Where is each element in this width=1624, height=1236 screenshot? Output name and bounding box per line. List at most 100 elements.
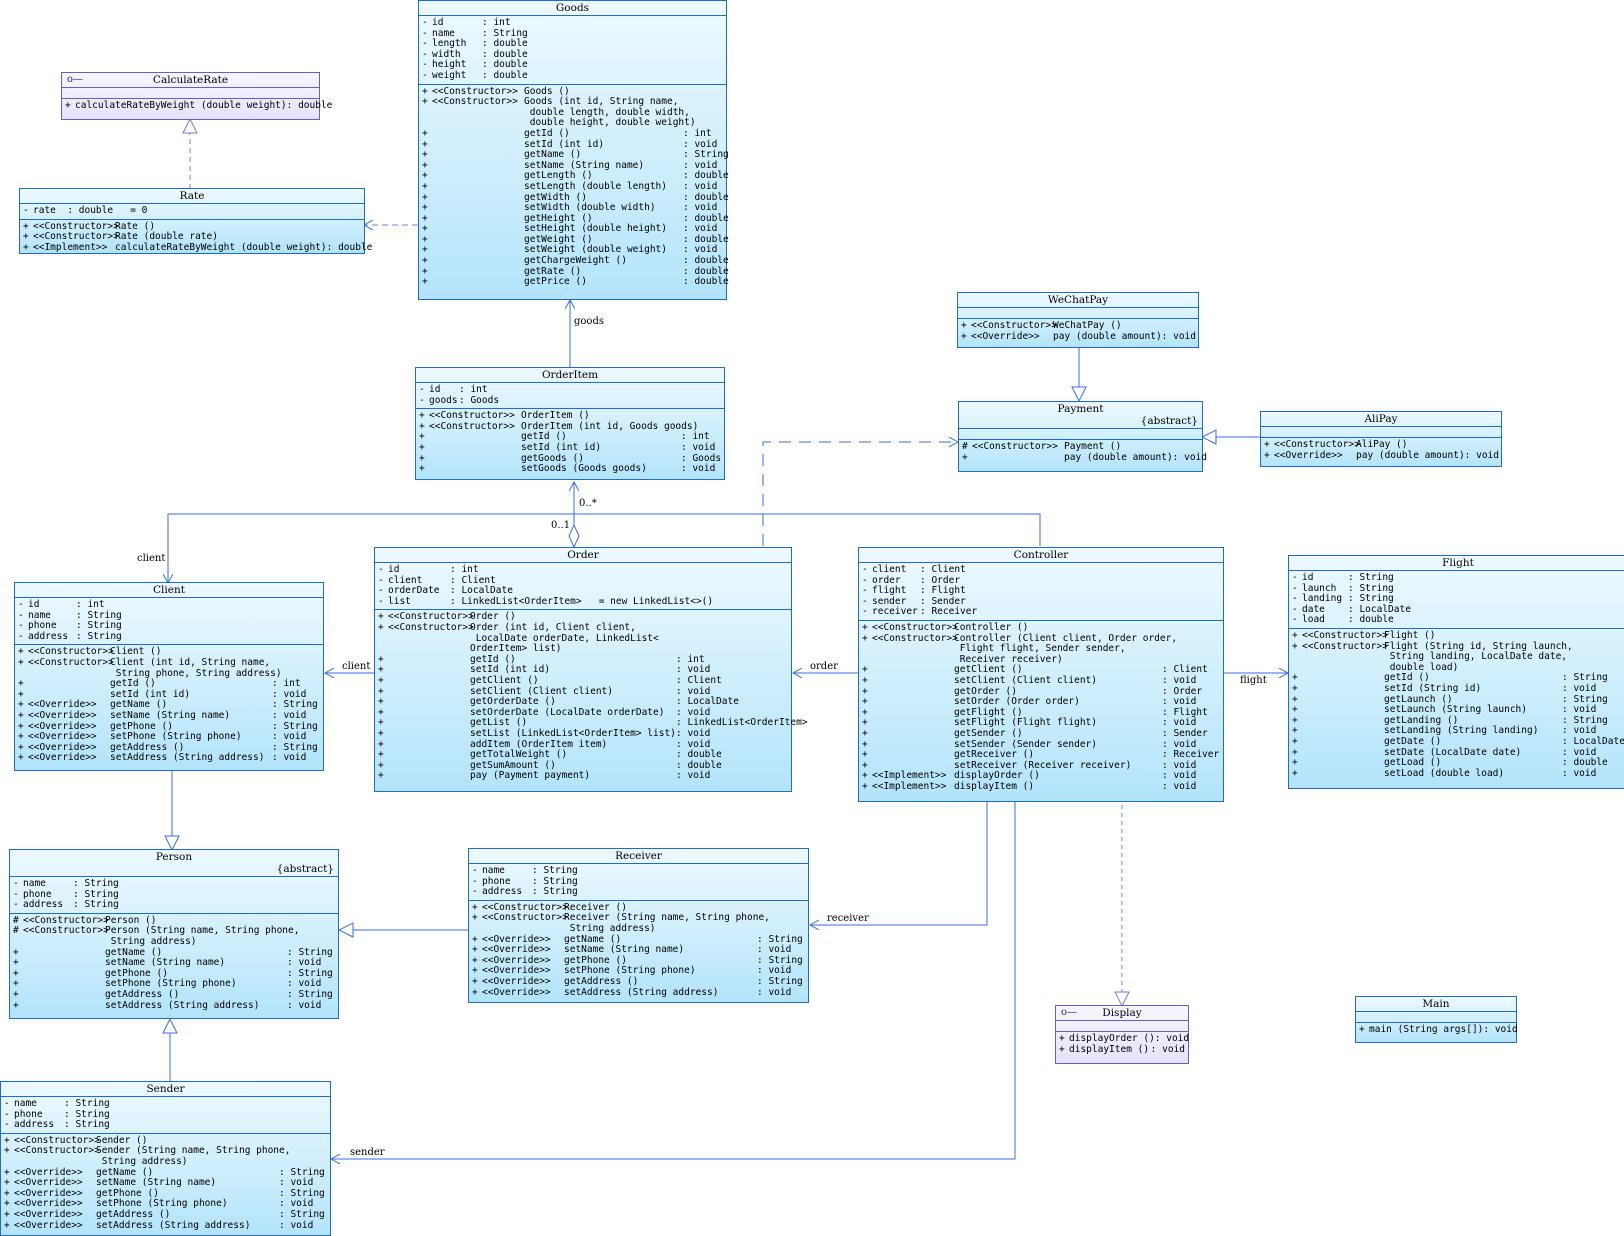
attribute-name: list	[388, 595, 411, 607]
operation-stereotype	[23, 1001, 105, 1012]
visibility-marker: -	[419, 394, 425, 406]
class-orderitem[interactable]: OrderItem - id: int - goods: Goods + <<Constru…	[415, 367, 725, 480]
class-main[interactable]: Main + main (String args[]): void	[1355, 996, 1518, 1043]
operation-stereotype: <<Override>>	[971, 330, 1040, 342]
visibility-marker: +	[13, 988, 19, 1000]
operation-return-type: : void	[1154, 1033, 1190, 1044]
interface-display[interactable]: o— Display + displayOrder (): void + displayI…	[1055, 1005, 1189, 1064]
operation-stereotype	[1302, 716, 1384, 727]
class-name-text: AliPay	[1364, 413, 1398, 425]
operation-return-type: : void	[1483, 1024, 1518, 1035]
attribute-row: - client: Client	[862, 564, 1220, 576]
operations-section: + <<Constructor>> AliPay () + <<Override>> pa…	[1261, 438, 1501, 463]
class-name: OrderItem	[416, 368, 724, 383]
class-name-text: Main	[1422, 998, 1450, 1010]
operation-stereotype	[432, 193, 524, 204]
class-person[interactable]: Person {abstract} - name: String - phone: Str…	[9, 849, 339, 1019]
aggregation-diamond	[568, 523, 580, 549]
visibility-marker: +	[13, 999, 19, 1011]
label-client-left: client	[342, 661, 371, 672]
class-client[interactable]: Client - id: int - name: String - phone: Strin…	[14, 582, 324, 771]
class-flight[interactable]: Flight - id: String - launch: String - landing…	[1288, 555, 1624, 789]
operation-stereotype	[872, 750, 954, 761]
attributes-section: - client: Client - order: Order - flight: Fli…	[859, 563, 1223, 621]
visibility-marker: +	[1292, 682, 1298, 694]
operation-signature: main (String args[])	[1369, 1024, 1484, 1035]
operation-return-type: : void	[287, 999, 322, 1011]
attribute-type: : String	[532, 865, 578, 876]
class-sender[interactable]: Sender - name: String - phone: String - addres…	[0, 1081, 331, 1236]
visibility-marker: +	[862, 674, 868, 686]
operation-row: + setAddress (String address): void	[13, 999, 335, 1012]
visibility-marker: +	[862, 780, 868, 792]
operation-row: + <<Override>> setAddress (String address)…	[472, 987, 805, 999]
operation-row: + pay (double amount): void	[962, 452, 1207, 464]
operation-return-type	[1573, 642, 1624, 653]
operation-stereotype: <<Constructor>>	[23, 925, 109, 937]
class-goods[interactable]: Goods - id: int - name: String - length: doubl…	[418, 0, 729, 300]
visibility-marker: -	[422, 69, 428, 81]
operation-row: + calculateRateByWeight (double weight): …	[65, 100, 332, 112]
operation-signature: setLength (double length)	[524, 180, 667, 192]
operation-row: + displayOrder (): void	[1059, 1033, 1189, 1045]
operation-stereotype	[23, 990, 105, 1001]
operation-signature: String address)	[96, 1155, 188, 1167]
operation-signature: getSender ()	[954, 727, 1023, 739]
visibility-marker: +	[1292, 735, 1298, 747]
visibility-marker: -	[18, 630, 24, 642]
attributes-section: - name: String - phone: String - address: Str…	[10, 877, 338, 914]
class-receiver[interactable]: Receiver - name: String - phone: String - addr…	[468, 848, 809, 1003]
visibility-marker: -	[472, 886, 478, 898]
operation-stereotype	[388, 697, 470, 708]
operation-stereotype	[432, 171, 524, 182]
class-name: Flight	[1289, 556, 1624, 571]
operation-return-type: : int	[683, 127, 712, 139]
operation-stereotype	[1302, 695, 1384, 706]
class-name-text: WeChatPay	[1047, 294, 1109, 306]
operation-row: + getAddress (): String	[13, 988, 335, 1001]
class-controller[interactable]: Controller - client: Client - order: Order - f…	[858, 547, 1224, 802]
operation-row: + <<Constructor>> OrderItem (int id, Goods…	[419, 421, 721, 433]
operation-signature: displayItem ()	[1069, 1043, 1150, 1055]
operation-stereotype: <<Constructor>>	[1274, 439, 1360, 450]
attribute-type: : int	[482, 17, 511, 28]
operation-stereotype: <<Constructor>>	[388, 621, 474, 633]
operation-return-type	[1162, 644, 1220, 655]
class-wechatpay[interactable]: WeChatPay + <<Constructor>> WeChatPay () + <<…	[957, 292, 1199, 348]
operation-row: + getSender (): Sender	[862, 727, 1220, 740]
operation-signature: pay (Payment payment)	[470, 770, 591, 782]
attribute-row: - name: String	[472, 865, 805, 877]
class-name: Rate	[20, 189, 364, 204]
operation-return-type: : String	[287, 988, 333, 1000]
class-rate[interactable]: Rate - rate : double = 0 + <<Constructor>> Ra…	[19, 188, 372, 254]
class-order[interactable]: Order - id: int - client: Client - orderDate: …	[374, 547, 808, 792]
class-alipay[interactable]: AliPay + <<Constructor>> AliPay () + <<Overri…	[1260, 411, 1502, 467]
operation-signature: setId (String id)	[1384, 682, 1482, 694]
operation-row: + setId (int id): void	[419, 442, 721, 454]
operation-stereotype	[872, 718, 954, 729]
class-name: Goods	[419, 1, 726, 16]
operations-section: + calculateRateByWeight (double weight): …	[62, 99, 332, 114]
operation-stereotype: <<Constructor>>	[432, 96, 518, 108]
operation-row: + getPrice (): double	[422, 277, 729, 288]
operation-signature: getId ()	[524, 127, 570, 139]
operation-return-type	[770, 913, 818, 924]
attribute-type: : String	[73, 899, 119, 911]
operation-stereotype	[1302, 673, 1384, 684]
class-name-text: Receiver	[615, 850, 662, 862]
operation-stereotype: <<Implement>>	[872, 780, 947, 792]
operations-section: + <<Constructor>> Sender () + <<Constructor>…	[1, 1134, 330, 1233]
class-name: Sender	[1, 1082, 330, 1097]
class-payment[interactable]: Payment {abstract} # <<Constructor>> Payment…	[958, 401, 1207, 472]
visibility-marker: +	[1292, 767, 1298, 779]
attribute-type: : LinkedList<OrderItem> = new LinkedList…	[450, 595, 714, 607]
visibility-marker: +	[65, 100, 71, 111]
operation-return-type: : double	[286, 100, 333, 111]
label-receiver: receiver	[827, 913, 869, 924]
attribute-name: name	[482, 865, 505, 876]
operation-return-type	[272, 658, 320, 669]
order-payment-dependency-line	[762, 442, 958, 546]
interface-calculaterate[interactable]: o— CalculateRate + calculateRateByWeight (d…	[61, 72, 332, 120]
operations-section: + <<Constructor>> WeChatPay () + <<Override>…	[958, 319, 1198, 344]
operation-return-type	[287, 937, 335, 948]
